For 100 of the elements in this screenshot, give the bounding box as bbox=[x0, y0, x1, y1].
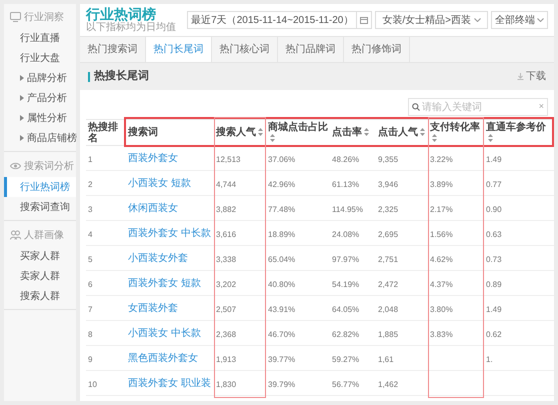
table-cell: 1. bbox=[486, 355, 493, 364]
keyword-link[interactable]: 女西装外套 bbox=[128, 302, 212, 314]
tab[interactable]: 热门修饰词 bbox=[344, 37, 410, 62]
table-cell: 9 bbox=[88, 355, 92, 364]
table-cell: 2.17% bbox=[430, 205, 453, 214]
table-cell: 40.80% bbox=[268, 280, 296, 289]
sidebar-item[interactable]: 产品分析 bbox=[4, 88, 76, 108]
download-icon bbox=[517, 73, 524, 80]
tab[interactable]: 热门品牌词 bbox=[278, 37, 344, 62]
column-header[interactable]: 商城点击占比 bbox=[266, 120, 330, 146]
sidebar-item[interactable]: 品牌分析 bbox=[4, 68, 76, 88]
table-cell: 4 bbox=[88, 230, 92, 239]
table-cell: 0.90 bbox=[486, 205, 502, 214]
column-header[interactable]: 直通车参考价 bbox=[484, 120, 554, 146]
table-cell: 1,462 bbox=[378, 380, 398, 389]
column-header[interactable]: 点击人气 bbox=[376, 120, 428, 146]
keyword-link[interactable]: 西装外套女 职业装 bbox=[128, 378, 212, 388]
table-cell: 9,355 bbox=[378, 155, 398, 164]
column-header: 热搜排名 bbox=[86, 120, 126, 146]
keyword-link[interactable]: 黑色西装外套女 bbox=[128, 352, 212, 364]
date-range-field[interactable]: 最近7天（2015-11-14~2015-11-20） bbox=[187, 11, 372, 29]
sidebar-item[interactable]: 买家人群 bbox=[4, 246, 76, 266]
sort-icon[interactable] bbox=[420, 128, 425, 136]
expand-arrow-icon bbox=[20, 115, 24, 121]
sidebar-item[interactable]: 卖家人群 bbox=[4, 266, 76, 286]
column-header[interactable]: 支付转化率 bbox=[428, 120, 484, 146]
table-cell: 0.62 bbox=[486, 330, 502, 339]
sidebar-section-title: 人群画像 bbox=[24, 228, 64, 242]
table-cell: 97.97% bbox=[332, 255, 360, 264]
table-cell: 0.77 bbox=[486, 180, 502, 189]
table-cell: 3,946 bbox=[378, 180, 398, 189]
tab[interactable]: 热门长尾词 bbox=[146, 37, 212, 62]
search-icon bbox=[412, 103, 420, 111]
table-cell: 3.80% bbox=[430, 305, 453, 314]
sort-icon[interactable] bbox=[270, 134, 275, 142]
table-cell: 2,751 bbox=[378, 255, 398, 264]
sort-icon[interactable] bbox=[432, 134, 437, 142]
table-cell: 3 bbox=[88, 205, 92, 214]
table-cell: 3.83% bbox=[430, 330, 453, 339]
table-cell: 56.77% bbox=[332, 380, 360, 389]
keyword-link[interactable]: 西装外套女 短款 bbox=[128, 278, 212, 288]
keyword-link[interactable]: 小西装女外套 bbox=[128, 252, 212, 264]
download-button[interactable]: 下载 bbox=[517, 69, 546, 84]
table-cell: 2,325 bbox=[378, 205, 398, 214]
sidebar-item[interactable]: 商品店铺榜 bbox=[4, 128, 76, 148]
sidebar-item[interactable]: 行业直播 bbox=[4, 28, 76, 48]
calendar-icon bbox=[360, 16, 368, 24]
table-cell: 62.82% bbox=[332, 330, 360, 339]
section-marker bbox=[88, 72, 90, 82]
category-dropdown[interactable]: 女装/女士精品>西装 bbox=[375, 11, 488, 29]
table-cell: 3,882 bbox=[216, 205, 236, 214]
table-cell: 2,368 bbox=[216, 330, 236, 339]
table-cell: 8 bbox=[88, 330, 92, 339]
table-cell: 54.19% bbox=[332, 280, 360, 289]
table-cell: 39.79% bbox=[268, 380, 296, 389]
sort-icon[interactable] bbox=[488, 134, 493, 142]
sort-icon[interactable] bbox=[258, 128, 263, 136]
keyword-link[interactable]: 休闲西装女 bbox=[128, 202, 212, 214]
table-cell: 59.27% bbox=[332, 355, 360, 364]
table-cell: 48.26% bbox=[332, 155, 360, 164]
column-header[interactable]: 搜索人气 bbox=[214, 120, 266, 146]
table-cell: 3,616 bbox=[216, 230, 236, 239]
expand-arrow-icon bbox=[20, 95, 24, 101]
sidebar-item[interactable]: 行业热词榜 bbox=[4, 177, 76, 197]
table-cell: 61.13% bbox=[332, 180, 360, 189]
table-cell: 3.22% bbox=[430, 155, 453, 164]
table-cell: 0.89 bbox=[486, 280, 502, 289]
expand-arrow-icon bbox=[20, 135, 24, 141]
table-cell: 64.05% bbox=[332, 305, 360, 314]
table-cell: 3,338 bbox=[216, 255, 236, 264]
table-cell: 1,61 bbox=[378, 355, 394, 364]
sidebar-item[interactable]: 属性分析 bbox=[4, 108, 76, 128]
sidebar-item[interactable]: 搜索人群 bbox=[4, 286, 76, 306]
table-cell: 2,048 bbox=[378, 305, 398, 314]
sidebar-item[interactable]: 行业大盘 bbox=[4, 48, 76, 68]
page-subtitle: 以下指标均为日均值 bbox=[86, 22, 176, 34]
terminal-dropdown[interactable]: 全部终端 bbox=[491, 11, 548, 29]
sidebar-section-title: 搜索词分析 bbox=[24, 160, 74, 174]
table-cell: 3,202 bbox=[216, 280, 236, 289]
column-header[interactable]: 点击率 bbox=[330, 120, 376, 146]
table-cell: 39.77% bbox=[268, 355, 296, 364]
keyword-link[interactable]: 小西装女 短款 bbox=[128, 178, 212, 188]
sort-icon[interactable] bbox=[364, 128, 369, 136]
table-cell: 77.48% bbox=[268, 205, 296, 214]
table-cell: 114.95% bbox=[332, 205, 363, 214]
sidebar-item[interactable]: 搜索词查询 bbox=[4, 197, 76, 217]
table-cell: 46.70% bbox=[268, 330, 296, 339]
table-cell: 2,507 bbox=[216, 305, 236, 314]
keyword-link[interactable]: 小西装女 中长款 bbox=[128, 328, 212, 338]
table-cell: 10 bbox=[88, 380, 97, 389]
keyword-link[interactable]: 西装外套女 bbox=[128, 152, 212, 164]
keyword-link[interactable]: 西装外套女 中长款 bbox=[128, 228, 212, 238]
table-cell: 1,830 bbox=[216, 380, 236, 389]
table-cell: 24.08% bbox=[332, 230, 360, 239]
table-cell: 1.49 bbox=[486, 155, 502, 164]
sidebar-section-title: 行业洞察 bbox=[24, 10, 64, 24]
table-cell: 4.37% bbox=[430, 280, 453, 289]
table-cell: 5 bbox=[88, 255, 92, 264]
table-cell: 3.89% bbox=[430, 180, 453, 189]
tab[interactable]: 热门核心词 bbox=[212, 37, 278, 62]
